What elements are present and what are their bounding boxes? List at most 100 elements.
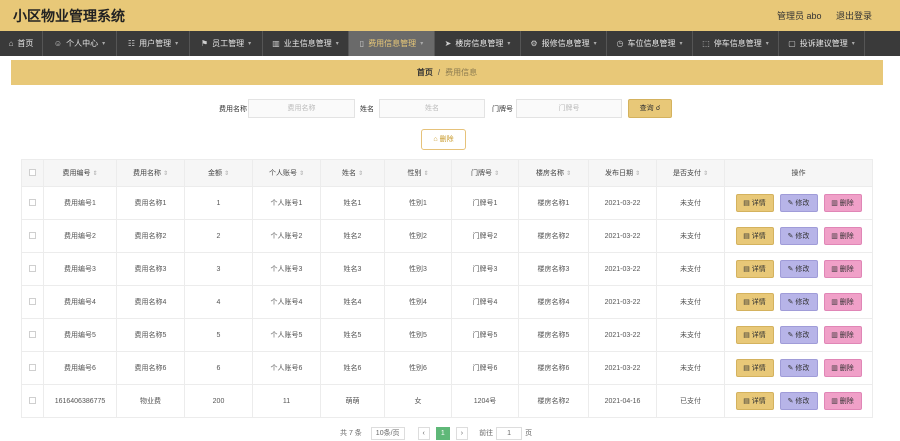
sort-icon[interactable]: ⇕ xyxy=(494,171,499,177)
row-checkbox[interactable] xyxy=(29,298,36,306)
fee-name-input[interactable]: 费用名称 xyxy=(248,99,355,118)
chevron-down-icon: ▾ xyxy=(851,41,855,47)
next-page-button[interactable]: › xyxy=(455,426,469,440)
detail-button[interactable]: ▤ 详情 xyxy=(735,326,774,344)
row-delete-button[interactable]: ▥ 删除 xyxy=(823,293,862,311)
prev-page-button[interactable]: ‹ xyxy=(417,426,430,440)
table-cell: 楼房名称1 xyxy=(518,186,589,220)
nav-item-6[interactable]: ➤ 楼房信息管理 ▾ xyxy=(435,31,521,56)
column-header[interactable]: 性别 ⇕ xyxy=(384,159,452,187)
row-checkbox[interactable] xyxy=(29,364,36,372)
row-actions: ▤ 详情 ✎ 修改 ▥ 删除 xyxy=(724,285,873,319)
sort-icon[interactable]: ⇕ xyxy=(299,171,304,177)
nav-item-label: 业主信息管理 xyxy=(283,39,332,48)
table-cell: 3 xyxy=(184,252,253,286)
row-checkbox[interactable] xyxy=(29,265,36,273)
sort-icon[interactable]: ⇕ xyxy=(358,171,363,177)
row-checkbox[interactable] xyxy=(29,397,36,405)
edit-button[interactable]: ✎ 修改 xyxy=(779,326,818,344)
nav-item-7[interactable]: ⚙ 报修信息管理 ▾ xyxy=(521,31,607,56)
column-header-label: 费用名称 xyxy=(132,170,161,177)
detail-button[interactable]: ▤ 详情 xyxy=(735,227,774,245)
sort-icon[interactable]: ⇕ xyxy=(635,171,640,177)
row-delete-button[interactable]: ▥ 删除 xyxy=(823,260,862,278)
sort-icon[interactable]: ⇕ xyxy=(566,171,571,177)
column-header[interactable]: 姓名 ⇕ xyxy=(320,159,385,187)
edit-button[interactable]: ✎ 修改 xyxy=(779,392,818,410)
nav-item-5[interactable]: ▯ 费用信息管理 ▾ xyxy=(349,31,435,56)
chevron-down-icon: ▾ xyxy=(248,41,252,47)
delete-button[interactable]: ⌂ 删除 xyxy=(421,129,466,150)
sort-icon[interactable]: ⇕ xyxy=(163,171,168,177)
detail-button[interactable]: ▤ 详情 xyxy=(735,260,774,278)
nav-item-0[interactable]: ⌂ 首页 xyxy=(0,31,43,56)
name-input[interactable]: 姓名 xyxy=(379,99,485,118)
table-cell: 费用名称6 xyxy=(116,351,185,385)
nav-item-10[interactable]: ▢ 投诉建议管理 ▾ xyxy=(779,31,865,56)
column-header[interactable]: 是否支付 ⇕ xyxy=(656,159,725,187)
nav-item-4[interactable]: ▥ 业主信息管理 ▾ xyxy=(263,31,349,56)
column-header-label: 性别 xyxy=(407,170,422,177)
row-delete-button[interactable]: ▥ 删除 xyxy=(823,392,862,410)
nav-item-8[interactable]: ◷ 车位信息管理 ▾ xyxy=(607,31,693,56)
sort-icon[interactable]: ⇕ xyxy=(224,171,229,177)
page-1-button[interactable]: 1 xyxy=(435,426,450,440)
user-icon: ☺ xyxy=(53,39,63,48)
column-header[interactable]: 楼房名称 ⇕ xyxy=(518,159,589,187)
sort-icon[interactable]: ⇕ xyxy=(92,171,97,177)
table-cell: 萌萌 xyxy=(320,384,385,418)
detail-button[interactable]: ▤ 详情 xyxy=(735,392,774,410)
logout-link[interactable]: 退出登录 xyxy=(836,11,872,21)
table-row: 费用编号4 费用名称4 4 个人账号4 姓名4 性别4 门牌号4 楼房名称4 2021-03-2… xyxy=(21,285,873,319)
clock-icon: ◷ xyxy=(616,39,624,48)
row-delete-button[interactable]: ▥ 删除 xyxy=(823,194,862,212)
row-select-cell xyxy=(21,318,44,352)
detail-button[interactable]: ▤ 详情 xyxy=(735,293,774,311)
column-header[interactable]: 个人账号 ⇕ xyxy=(252,159,321,187)
edit-button[interactable]: ✎ 修改 xyxy=(779,227,818,245)
column-header[interactable]: 门牌号 ⇕ xyxy=(451,159,519,187)
row-checkbox[interactable] xyxy=(29,331,36,339)
table-cell: 个人账号3 xyxy=(252,252,321,286)
nav-item-1[interactable]: ☺ 个人中心 ▾ xyxy=(43,31,117,56)
column-header[interactable]: 费用名称 ⇕ xyxy=(116,159,185,187)
nav-item-label: 楼房信息管理 xyxy=(455,39,504,48)
breadcrumb-home[interactable]: 首页 xyxy=(417,67,433,78)
row-actions: ▤ 详情 ✎ 修改 ▥ 删除 xyxy=(724,318,873,352)
row-checkbox[interactable] xyxy=(29,199,36,207)
sort-icon[interactable]: ⇕ xyxy=(703,171,708,177)
column-header[interactable]: 金额 ⇕ xyxy=(184,159,253,187)
edit-button[interactable]: ✎ 修改 xyxy=(779,359,818,377)
search-button[interactable]: 查询 ☌ xyxy=(628,99,672,118)
table-cell: 未支付 xyxy=(656,318,725,352)
detail-button[interactable]: ▤ 详情 xyxy=(735,194,774,212)
column-header[interactable]: 费用编号 ⇕ xyxy=(43,159,117,187)
table-cell: 费用编号5 xyxy=(43,318,117,352)
goto-input[interactable]: 1 xyxy=(496,426,523,440)
goto-label: 前往 xyxy=(479,430,494,437)
table-cell: 费用编号3 xyxy=(43,252,117,286)
edit-button[interactable]: ✎ 修改 xyxy=(779,194,818,212)
chevron-down-icon: ▾ xyxy=(420,41,424,47)
nav-item-3[interactable]: ⚑ 员工管理 ▾ xyxy=(190,31,263,56)
edit-button[interactable]: ✎ 修改 xyxy=(779,260,818,278)
table-cell: 姓名2 xyxy=(320,219,385,253)
edit-button[interactable]: ✎ 修改 xyxy=(779,293,818,311)
table-cell: 物业费 xyxy=(116,384,185,418)
nav-item-2[interactable]: ☷ 用户管理 ▾ xyxy=(117,31,190,56)
sort-icon[interactable]: ⇕ xyxy=(423,171,428,177)
nav-item-9[interactable]: ⬚ 停车信息管理 ▾ xyxy=(693,31,779,56)
column-header[interactable]: 发布日期 ⇕ xyxy=(588,159,657,187)
row-checkbox[interactable] xyxy=(29,232,36,240)
nav-item-label: 车位信息管理 xyxy=(627,39,676,48)
row-delete-button[interactable]: ▥ 删除 xyxy=(823,227,862,245)
select-all-checkbox[interactable] xyxy=(29,169,36,177)
door-input[interactable]: 门牌号 xyxy=(516,99,622,118)
table-cell: 个人账号1 xyxy=(252,186,321,220)
detail-button[interactable]: ▤ 详情 xyxy=(735,359,774,377)
row-delete-button[interactable]: ▥ 删除 xyxy=(823,359,862,377)
top-bar: 小区物业管理系统 管理员 abo 退出登录 xyxy=(0,0,900,31)
page-size-select[interactable]: 10条/页 xyxy=(370,426,405,440)
row-delete-button[interactable]: ▥ 删除 xyxy=(823,326,862,344)
search-bar: 费用名称 费用名称 姓名 姓名 门牌号 门牌号 xyxy=(0,99,900,119)
